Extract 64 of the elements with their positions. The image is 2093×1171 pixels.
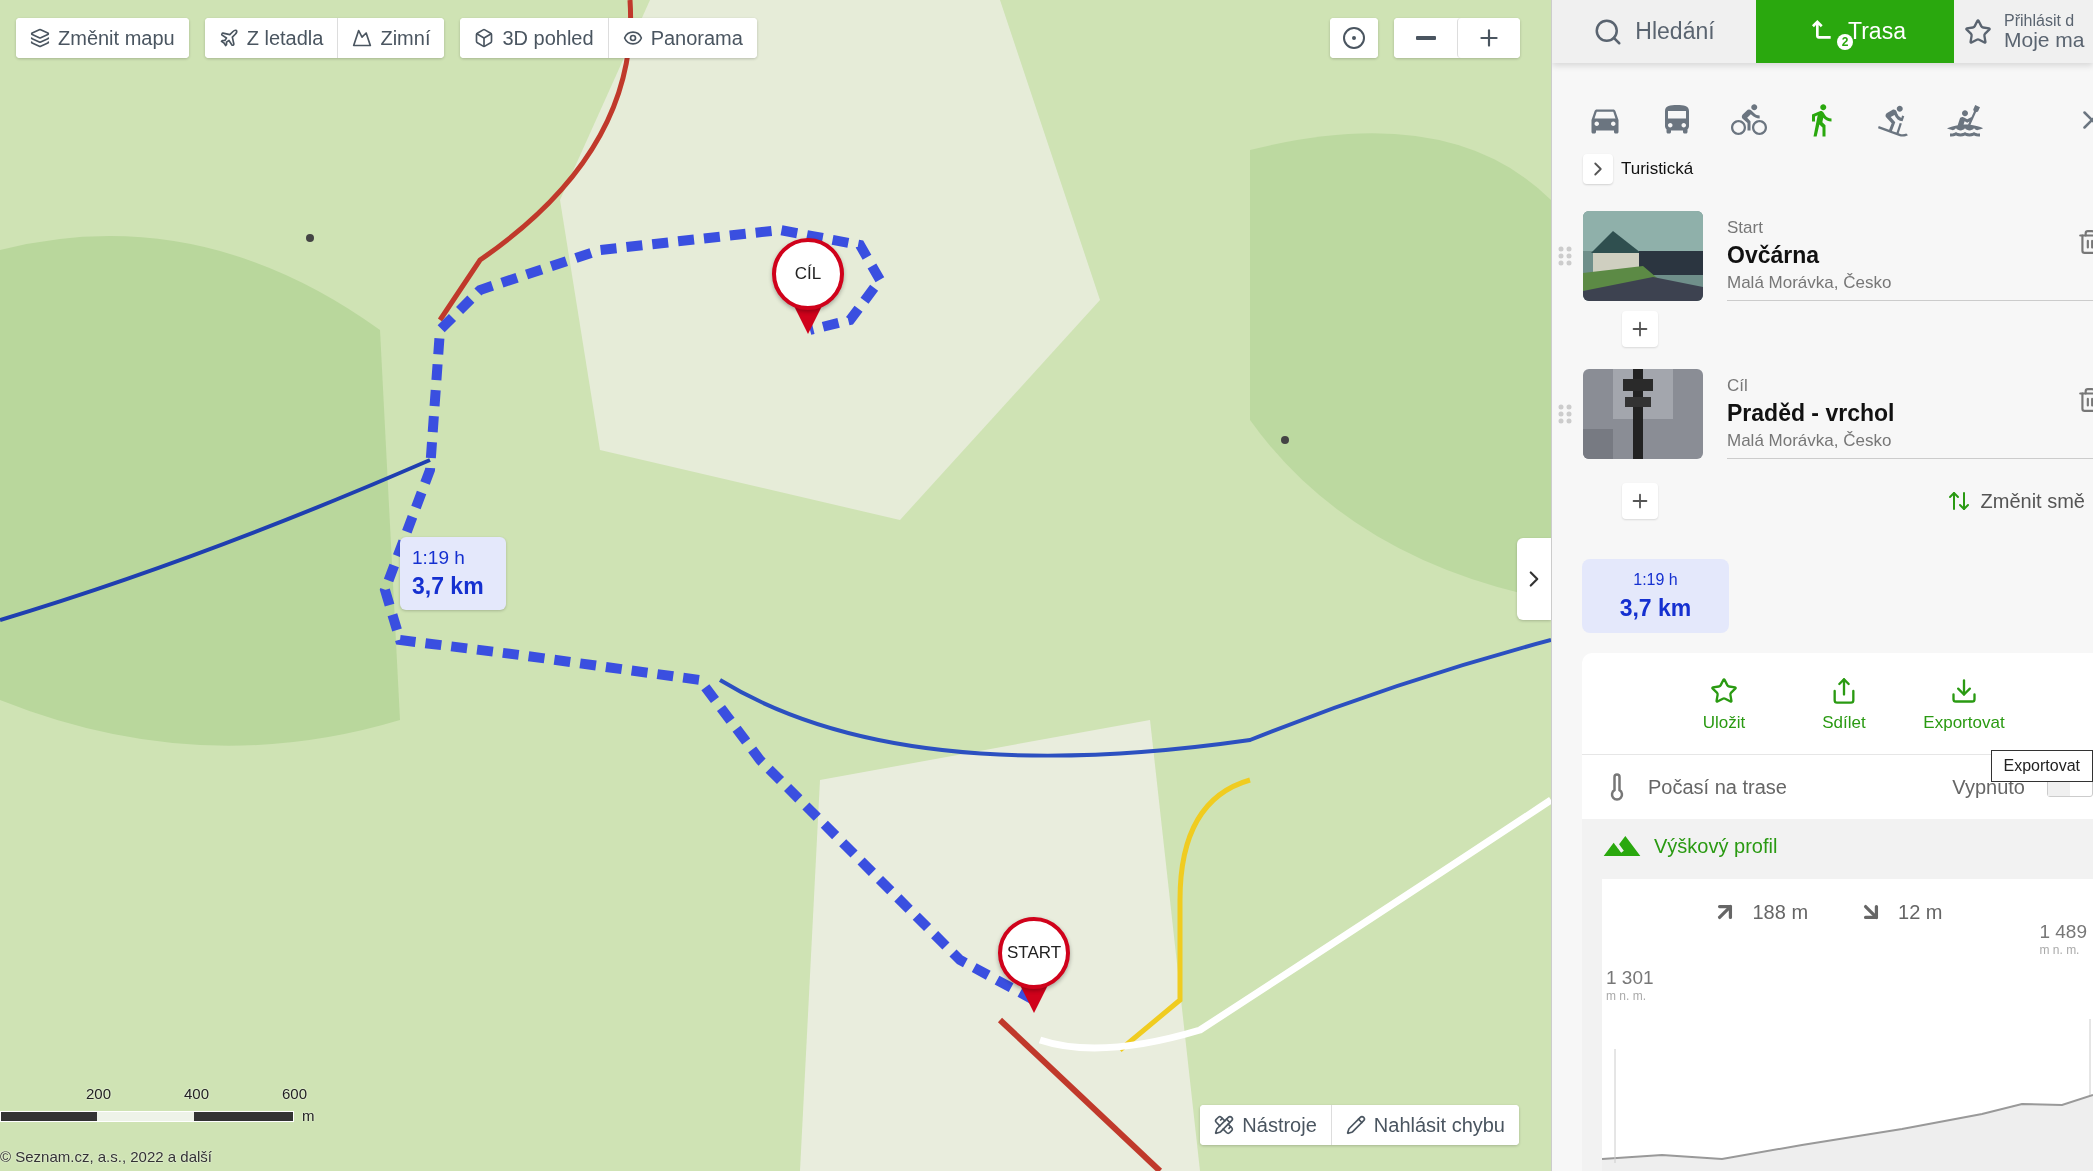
panel-tab[interactable]: Hledání (1552, 0, 1756, 63)
plane-icon (218, 28, 239, 48)
minus-icon (1415, 36, 1436, 40)
altitude-unit: m n. m. (2039, 943, 2081, 957)
altitude-unit: m n. m. (1606, 989, 1647, 1003)
copyright-text: © Seznam.cz, a.s., 2022 a další (0, 1148, 212, 1165)
mountain-icon (352, 28, 373, 48)
reverse-route-button[interactable]: Změnit smě (1946, 489, 2085, 513)
map-toolbar-button[interactable]: Zimní (337, 18, 445, 58)
map-tool-button[interactable]: Nahlásit chybu (1330, 1105, 1519, 1145)
route-time: 1:19 h (1633, 570, 1678, 589)
waypoint-role: Start (1727, 218, 1764, 238)
end-altitude: 1 489 (2039, 921, 2087, 943)
action-button[interactable]: Sdílet (1802, 677, 1886, 754)
route-type-label: Turistická (1621, 159, 1694, 179)
locate-icon (1342, 26, 1366, 50)
panel-tab[interactable]: Přihlásit d Moje ma (1954, 0, 2093, 63)
layers-icon (30, 28, 50, 48)
kayak-icon (1947, 102, 1983, 138)
waypoint-place: Malá Morávka, Česko (1727, 273, 1893, 293)
waypoint-name: Praděd - vrchol (1727, 400, 1896, 427)
bicycle-icon (1731, 102, 1767, 138)
profile-title: Výškový profil (1654, 834, 1778, 858)
ascent-value: 188 m (1712, 899, 1809, 925)
map-tool-button[interactable]: Nástroje (1200, 1105, 1331, 1145)
drag-handle-icon[interactable] (1558, 246, 1572, 266)
map-toolbar-button[interactable]: Změnit mapu (16, 18, 189, 58)
panel-toggle-button[interactable] (1517, 538, 1551, 620)
star-icon (1964, 17, 1992, 46)
expand-button[interactable] (1583, 154, 1613, 184)
zoom-in-button[interactable] (1457, 18, 1520, 58)
scale-unit: m (302, 1107, 315, 1124)
route-time: 1:19 h (412, 547, 466, 569)
tab-badge: 2 (1837, 34, 1853, 50)
ruler-pencil-icon (1214, 1115, 1235, 1135)
download-icon (1950, 677, 1978, 705)
map-toolbar-button[interactable]: 3D pohled (460, 18, 608, 58)
tab-label: Moje ma (2004, 29, 2085, 50)
eye-icon (622, 28, 643, 48)
waypoint-place: Malá Morávka, Česko (1727, 431, 1893, 451)
swap-icon (1946, 489, 1971, 513)
weather-label: Počasí na trase (1648, 775, 1787, 799)
scale-label: 600 (282, 1085, 308, 1102)
scale-label: 200 (86, 1085, 112, 1102)
map-toolbar-button[interactable]: Panorama (607, 18, 757, 58)
add-waypoint-button[interactable] (1622, 311, 1658, 347)
tooltip: Exportovat (1990, 750, 2093, 782)
map-toolbar-button[interactable]: Z letadla (204, 18, 338, 58)
route-distance: 3,7 km (412, 573, 485, 600)
waypoint-name: Ovčárna (1727, 242, 1821, 269)
scale-label: 400 (184, 1085, 210, 1102)
start-altitude: 1 301 (1606, 967, 1654, 989)
cube-icon (474, 28, 495, 48)
locate-button[interactable] (1330, 18, 1378, 58)
action-button[interactable]: Uložit (1682, 677, 1766, 754)
route-distance: 3,7 km (1619, 594, 1692, 622)
star-icon (1710, 677, 1738, 705)
add-waypoint-button[interactable] (1622, 483, 1658, 519)
zoom-out-button[interactable] (1394, 18, 1457, 58)
descent-value: 12 m (1858, 899, 1943, 925)
tab-sublabel: Přihlásit d (2004, 13, 2075, 29)
pencil-icon (1345, 1115, 1366, 1135)
drag-handle-icon[interactable] (1558, 404, 1572, 424)
waypoint-role: Cíl (1727, 376, 1749, 396)
